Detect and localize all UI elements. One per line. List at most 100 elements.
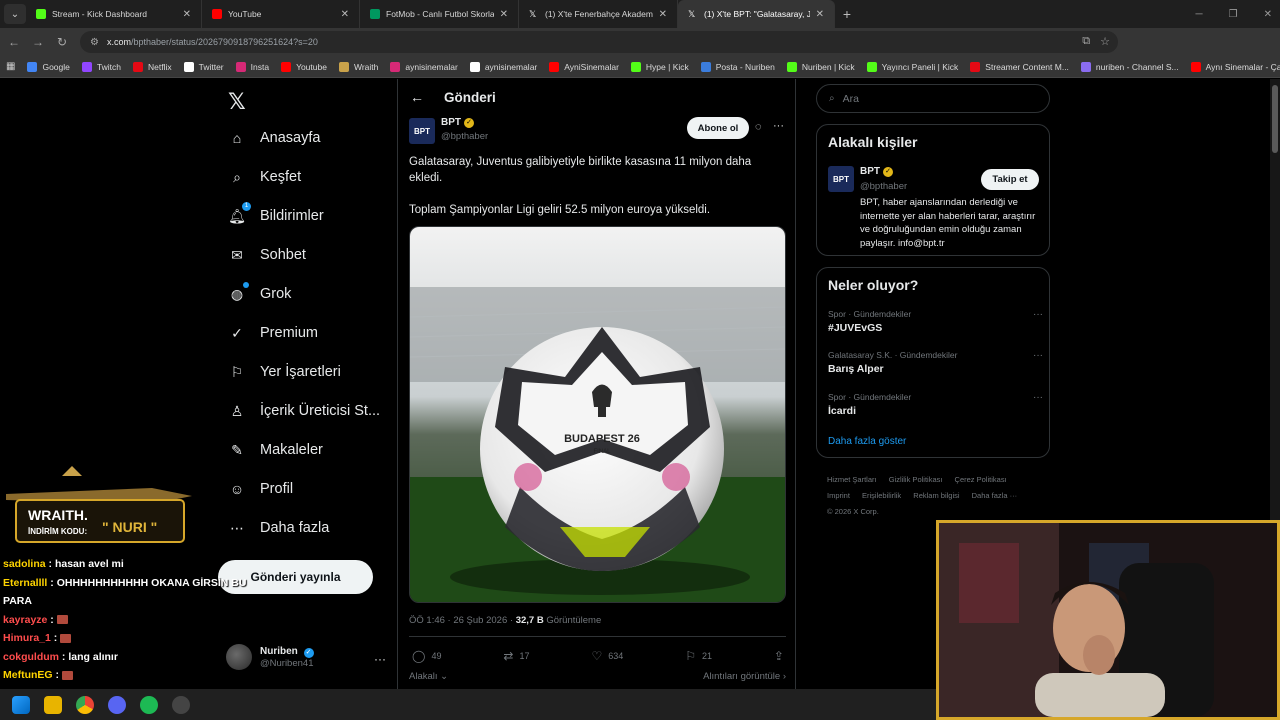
close-icon[interactable]: ✕ <box>659 9 667 20</box>
new-dot <box>243 282 249 288</box>
close-icon[interactable]: ✕ <box>500 9 508 20</box>
bookmark-item[interactable]: Wraith <box>338 61 378 72</box>
back-icon[interactable]: ← <box>2 35 26 49</box>
tab-fotmob[interactable]: FotMob - Canlı Futbol Skorları ✕ <box>360 0 519 28</box>
apps-grid-icon[interactable]: ▦ <box>6 61 15 72</box>
person-name[interactable]: BPT ✓ <box>860 166 893 177</box>
bookmark-item[interactable]: Twitch <box>81 61 121 72</box>
new-tab-button[interactable]: + <box>835 6 859 22</box>
tab-x-bpt[interactable]: 𝕏 (1) X'te BPT: "Galatasaray, Juven ✕ <box>678 0 835 28</box>
bookmark-item[interactable]: Google <box>27 61 70 72</box>
close-icon[interactable]: ✕ <box>816 9 824 20</box>
post-image[interactable]: BUDAPEST 26 FINAL <box>409 226 786 603</box>
bookmark-star-icon[interactable]: ☆ <box>1100 35 1110 48</box>
bookmark-item[interactable]: Hype | Kick <box>630 61 689 72</box>
obs-icon[interactable] <box>172 695 190 714</box>
bookmark-item[interactable]: Nuriben | Kick <box>786 61 855 72</box>
site-info-icon[interactable]: ⚙ <box>90 37 99 48</box>
subscribe-button[interactable]: Abone ol <box>687 117 749 139</box>
bookmark-item[interactable]: Netflix <box>132 61 172 72</box>
bookmark-item[interactable]: Yayıncı Paneli | Kick <box>866 61 958 72</box>
nav-item[interactable]: ⋯ Daha fazla <box>228 519 329 537</box>
repost-button[interactable]: ⇄ 17 <box>503 649 529 663</box>
bookmark-item[interactable]: aynisinemalar <box>390 61 458 72</box>
bookmark-item[interactable]: AyniSinemalar <box>549 61 619 72</box>
more-icon[interactable]: ··· <box>1033 309 1043 320</box>
discord-icon[interactable] <box>108 695 126 714</box>
bookmark-item[interactable]: Youtube <box>281 61 327 72</box>
nav-item[interactable]: ✎ Makaleler <box>228 441 323 459</box>
close-window-icon[interactable]: ✕ <box>1264 9 1272 20</box>
share-button[interactable]: ⇪ <box>774 649 784 663</box>
tab-search-button[interactable]: ⌄ <box>4 4 26 24</box>
trend-item[interactable]: Spor · Gündemdekiler #JUVEvGS ··· <box>828 309 1043 334</box>
back-arrow-icon[interactable]: ← <box>410 89 424 105</box>
author-name[interactable]: BPT ✓ <box>441 117 474 128</box>
show-more-link[interactable]: Daha fazla göster <box>828 436 906 447</box>
like-button[interactable]: ♡ 634 <box>591 649 623 663</box>
bookmark-item[interactable]: Posta - Nuriben <box>700 61 775 72</box>
footer-link[interactable]: Daha fazla ··· <box>972 491 1017 500</box>
heart-icon: ♡ <box>591 649 603 663</box>
avatar[interactable]: BPT <box>828 166 854 192</box>
windows-start-icon[interactable] <box>12 695 30 714</box>
footer-link[interactable]: Reklam bilgisi <box>913 491 959 500</box>
bookmark-item[interactable]: Aynı Sinemalar - Ça... <box>1190 61 1280 72</box>
post-subnav: Alakalı ⌄ Alıntıları görüntüle › <box>409 671 786 682</box>
author-handle[interactable]: @bpthaber <box>441 131 488 142</box>
nav-item[interactable]: ⌕ Keşfet <box>228 168 301 186</box>
footer-link[interactable]: Imprint <box>827 491 850 500</box>
bookmark-item[interactable]: Insta <box>235 61 269 72</box>
related-dropdown[interactable]: Alakalı ⌄ <box>409 671 448 682</box>
install-app-icon[interactable]: ⧉ <box>1082 35 1090 48</box>
nav-item[interactable]: ✉ Sohbet <box>228 246 306 264</box>
scrollbar-thumb[interactable] <box>1272 85 1278 153</box>
close-icon[interactable]: ✕ <box>183 9 191 20</box>
footer-link[interactable]: Gizlilik Politikası <box>889 475 943 484</box>
view-quotes-link[interactable]: Alıntıları görüntüle › <box>703 671 786 682</box>
maximize-icon[interactable]: ❐ <box>1229 9 1238 20</box>
account-switcher[interactable]: Nuriben ✓ @Nuriben41 ··· <box>226 644 386 670</box>
bookmark-button[interactable]: ⚐ 21 <box>685 649 712 663</box>
tab-kick-dashboard[interactable]: Stream - Kick Dashboard ✕ <box>26 0 202 28</box>
nav-item[interactable]: ✓ Premium <box>228 324 318 342</box>
nav-item[interactable]: 🔔︎ 1 Bildirimler <box>228 202 324 225</box>
follow-button[interactable]: Takip et <box>981 169 1039 190</box>
bookmark-item[interactable]: aynisinemalar <box>469 61 537 72</box>
more-icon[interactable]: ··· <box>773 120 784 132</box>
more-icon[interactable]: ··· <box>1033 392 1043 403</box>
tab-youtube[interactable]: YouTube ✕ <box>202 0 360 28</box>
bookmark-item[interactable]: Twitter <box>183 61 224 72</box>
nav-item[interactable]: ♙ İçerik Üreticisi St... <box>228 402 380 420</box>
post-time[interactable]: ÖÖ 1:46 · 26 Şub 2026 · <box>409 615 516 626</box>
grok-icon[interactable]: ◌ <box>755 121 762 133</box>
address-bar[interactable]: ⚙ x.com/bpthaber/status/2026790918796251… <box>80 31 1118 53</box>
reload-icon[interactable]: ↻ <box>50 35 74 49</box>
trend-item[interactable]: Galatasaray S.K. · Gündemdekiler Barış A… <box>828 350 1043 375</box>
x-logo-icon[interactable]: 𝕏 <box>228 89 246 115</box>
author-avatar[interactable]: BPT <box>409 118 435 144</box>
bookmark-item[interactable]: Streamer Content M... <box>970 61 1069 72</box>
minimize-icon[interactable]: ─ <box>1196 9 1203 20</box>
nav-item[interactable]: ⌂ Anasayfa <box>228 129 321 147</box>
nav-item[interactable]: ⚐ Yer İşaretleri <box>228 363 341 381</box>
more-icon[interactable]: ··· <box>1033 350 1043 361</box>
close-icon[interactable]: ✕ <box>341 9 349 20</box>
youtube-icon <box>212 9 222 19</box>
file-explorer-icon[interactable] <box>44 695 62 714</box>
forward-icon[interactable]: → <box>26 35 50 49</box>
nav-item[interactable]: ◍ Grok <box>228 282 291 303</box>
chrome-icon[interactable] <box>76 695 94 714</box>
footer-link[interactable]: Erişilebilirlik <box>862 491 901 500</box>
footer-link[interactable]: Çerez Politikası <box>955 475 1007 484</box>
more-icon[interactable]: ··· <box>374 652 386 666</box>
reply-button[interactable]: ◯ 49 <box>412 649 441 663</box>
footer-link[interactable]: Hizmet Şartları <box>827 475 877 484</box>
nav-item[interactable]: ☺ Profil <box>228 480 293 498</box>
person-handle[interactable]: @bpthaber <box>860 181 907 192</box>
bookmark-item[interactable]: nuriben - Channel S... <box>1080 61 1179 72</box>
trend-item[interactable]: Spor · Gündemdekiler İcardi ··· <box>828 392 1043 417</box>
tab-x-fenerbahce[interactable]: 𝕏 (1) X'te Fenerbahçe Akademi Bi ✕ <box>519 0 678 28</box>
search-input[interactable]: ⌕ Ara <box>816 84 1050 113</box>
spotify-icon[interactable] <box>140 695 158 714</box>
